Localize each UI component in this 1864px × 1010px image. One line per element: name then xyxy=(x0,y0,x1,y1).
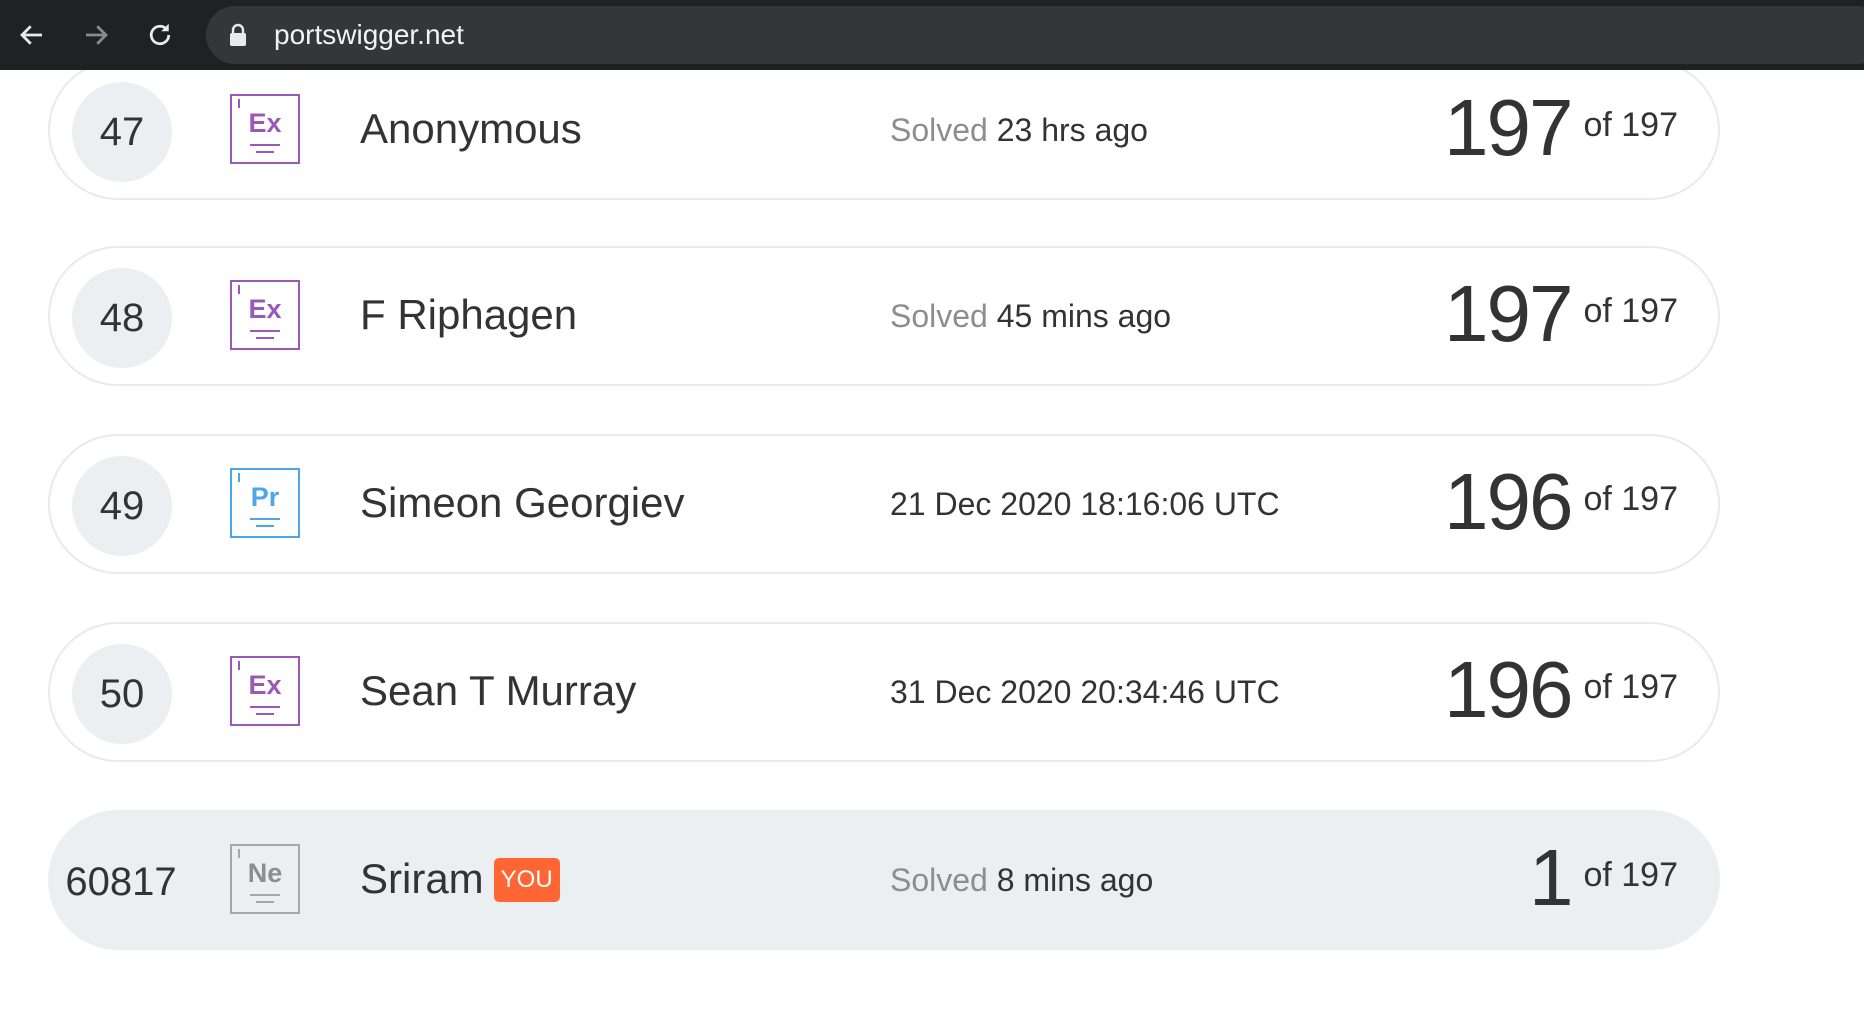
solved-count: 196 xyxy=(1443,645,1573,734)
solved-count: 196 xyxy=(1443,457,1573,546)
solved-count: 197 xyxy=(1443,83,1573,172)
user-name: Sriram xyxy=(360,855,484,902)
status-time: 8 mins ago xyxy=(996,862,1154,898)
rank-number: 47 xyxy=(72,82,172,182)
arrow-right-icon xyxy=(86,25,108,45)
score: 196 of 197 xyxy=(1444,630,1678,750)
leaderboard-row: 50 Ex Sean T Murray 31 Dec 2020 20:34:46… xyxy=(48,622,1720,762)
solved-status: Solved 8 mins ago xyxy=(890,860,1153,900)
status-time: 45 mins ago xyxy=(996,298,1172,334)
status-prefix: Solved xyxy=(890,298,988,334)
newcomer-level-icon: Ne xyxy=(230,844,300,914)
score: 1 of 197 xyxy=(1529,818,1678,938)
level-symbol: Pr xyxy=(250,482,280,512)
solved-status: Solved 45 mins ago xyxy=(890,296,1171,336)
level-symbol: Ex xyxy=(248,108,282,138)
leaderboard-row: 48 Ex F Riphagen Solved 45 mins ago 197 … xyxy=(48,246,1720,386)
lock-icon xyxy=(230,23,246,46)
reload-icon xyxy=(149,23,171,46)
address-bar[interactable]: portswigger.net xyxy=(206,6,1864,64)
forward-button[interactable] xyxy=(78,17,114,53)
rank-number: 60817 xyxy=(65,859,177,904)
total-count: of 197 xyxy=(1583,479,1678,518)
browser-toolbar: portswigger.net xyxy=(0,0,1864,70)
user-name-container: Sriram YOU xyxy=(360,854,560,904)
solved-count: 197 xyxy=(1443,269,1573,358)
total-count: of 197 xyxy=(1583,105,1678,144)
expert-level-icon: Ex xyxy=(230,656,300,726)
status-prefix: Solved xyxy=(890,112,988,148)
score: 197 of 197 xyxy=(1444,70,1678,188)
solved-status: 21 Dec 2020 18:16:06 UTC xyxy=(890,484,1280,524)
leaderboard-row: 49 Pr Simeon Georgiev 21 Dec 2020 18:16:… xyxy=(48,434,1720,574)
score: 197 of 197 xyxy=(1444,254,1678,374)
total-count: of 197 xyxy=(1583,667,1678,706)
you-badge: YOU xyxy=(493,858,560,902)
user-name: F Riphagen xyxy=(360,291,578,338)
reload-button[interactable] xyxy=(142,17,178,53)
total-count: of 197 xyxy=(1583,855,1678,894)
score: 196 of 197 xyxy=(1444,442,1678,562)
solved-status: 31 Dec 2020 20:34:46 UTC xyxy=(890,672,1280,712)
practitioner-level-icon: Pr xyxy=(230,468,300,538)
status-time: 31 Dec 2020 20:34:46 UTC xyxy=(890,674,1280,710)
url-text: portswigger.net xyxy=(274,19,464,50)
total-count: of 197 xyxy=(1583,291,1678,330)
user-name: Anonymous xyxy=(360,105,582,152)
solved-count: 1 xyxy=(1528,833,1573,922)
status-time: 23 hrs ago xyxy=(996,112,1148,148)
leaderboard-row: 47 Ex Anonymous Solved 23 hrs ago 197 of… xyxy=(48,70,1720,200)
user-name: Simeon Georgiev xyxy=(360,479,685,526)
expert-level-icon: Ex xyxy=(230,280,300,350)
current-user-row: 60817 Ne Sriram YOU Solved 8 mins ago 1 o… xyxy=(48,810,1720,950)
expert-level-icon: Ex xyxy=(230,94,300,164)
back-button[interactable] xyxy=(14,17,50,53)
status-prefix: Solved xyxy=(890,862,988,898)
level-symbol: Ne xyxy=(247,858,283,888)
rank-number: 48 xyxy=(72,268,172,368)
rank-number: 50 xyxy=(72,644,172,744)
arrow-left-icon xyxy=(20,25,42,45)
status-time: 21 Dec 2020 18:16:06 UTC xyxy=(890,486,1280,522)
solved-status: Solved 23 hrs ago xyxy=(890,110,1148,150)
level-symbol: Ex xyxy=(248,294,282,324)
rank-number: 49 xyxy=(72,456,172,556)
leaderboard: 47 Ex Anonymous Solved 23 hrs ago 197 of… xyxy=(0,70,1864,1010)
level-symbol: Ex xyxy=(248,670,282,700)
user-name: Sean T Murray xyxy=(360,667,637,714)
